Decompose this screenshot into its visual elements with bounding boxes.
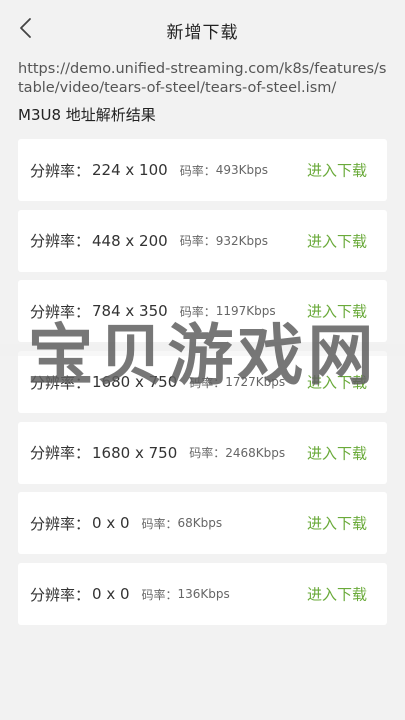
resolution-value: 784 x 350 [92, 302, 168, 321]
resolution-label: 分辨率： [30, 444, 91, 463]
bitrate-label: 码率： [179, 304, 216, 319]
bitrate-label: 码率： [189, 375, 226, 390]
bitrate-label: 码率： [179, 234, 216, 249]
back-button[interactable] [12, 17, 38, 43]
resolution-list: 分辨率： 224 x 100 码率： 493Kbps 进入下载 分辨率： 448… [18, 139, 387, 634]
bitrate-value: 2468Kbps [225, 445, 286, 460]
resolution-label: 分辨率： [30, 302, 91, 321]
resolution-value: 0 x 0 [92, 514, 130, 533]
resolution-value: 1680 x 750 [92, 373, 178, 392]
list-item: 分辨率： 0 x 0 码率： 68Kbps 进入下载 [18, 492, 387, 555]
list-item: 分辨率： 1680 x 750 码率： 2468Kbps 进入下载 [18, 421, 387, 484]
bitrate-label: 码率： [141, 587, 178, 602]
enter-download-button[interactable]: 进入下载 [307, 442, 367, 463]
list-item: 分辨率： 448 x 200 码率： 932Kbps 进入下载 [18, 209, 387, 272]
enter-download-button[interactable]: 进入下载 [307, 513, 367, 534]
enter-download-button[interactable]: 进入下载 [307, 160, 367, 181]
page-title: 新增下载 [166, 22, 239, 43]
list-item: 分辨率： 224 x 100 码率： 493Kbps 进入下载 [18, 139, 387, 201]
resolution-label: 分辨率： [30, 373, 91, 392]
resolution-value: 1680 x 750 [92, 443, 178, 462]
resolution-label: 分辨率： [30, 585, 91, 604]
enter-download-button[interactable]: 进入下载 [307, 230, 367, 251]
enter-download-button[interactable]: 进入下载 [307, 584, 367, 605]
list-item: 分辨率： 0 x 0 码率： 136Kbps 进入下载 [18, 563, 387, 626]
resolution-label: 分辨率： [30, 161, 91, 180]
list-item: 分辨率： 784 x 350 码率： 1197Kbps 进入下载 [18, 280, 387, 343]
bitrate-label: 码率： [189, 446, 226, 461]
resolution-value: 224 x 100 [92, 161, 168, 179]
header-bar: 新增下载 [0, 0, 405, 60]
page: 新增下载 https://demo.unified-streaming.com/… [0, 0, 405, 720]
bitrate-value: 1197Kbps [215, 304, 276, 319]
bitrate-label: 码率： [179, 163, 216, 178]
enter-download-button[interactable]: 进入下载 [307, 372, 367, 393]
bitrate-label: 码率： [141, 516, 178, 531]
resolution-value: 0 x 0 [92, 585, 130, 604]
bitrate-value: 493Kbps [215, 163, 268, 177]
source-url: https://demo.unified-streaming.com/k8s/f… [18, 61, 387, 96]
list-item: 分辨率： 1680 x 750 码率： 1727Kbps 进入下载 [18, 351, 387, 414]
resolution-label: 分辨率： [30, 514, 91, 533]
enter-download-button[interactable]: 进入下载 [307, 301, 367, 322]
resolution-label: 分辨率： [30, 232, 91, 251]
resolution-value: 448 x 200 [92, 231, 168, 250]
bitrate-value: 932Kbps [215, 233, 268, 248]
bitrate-value: 1727Kbps [225, 375, 286, 390]
chevron-left-icon [18, 17, 32, 43]
bitrate-value: 136Kbps [177, 587, 230, 602]
result-section-title: M3U8 地址解析结果 [18, 106, 156, 124]
bitrate-value: 68Kbps [177, 516, 223, 531]
